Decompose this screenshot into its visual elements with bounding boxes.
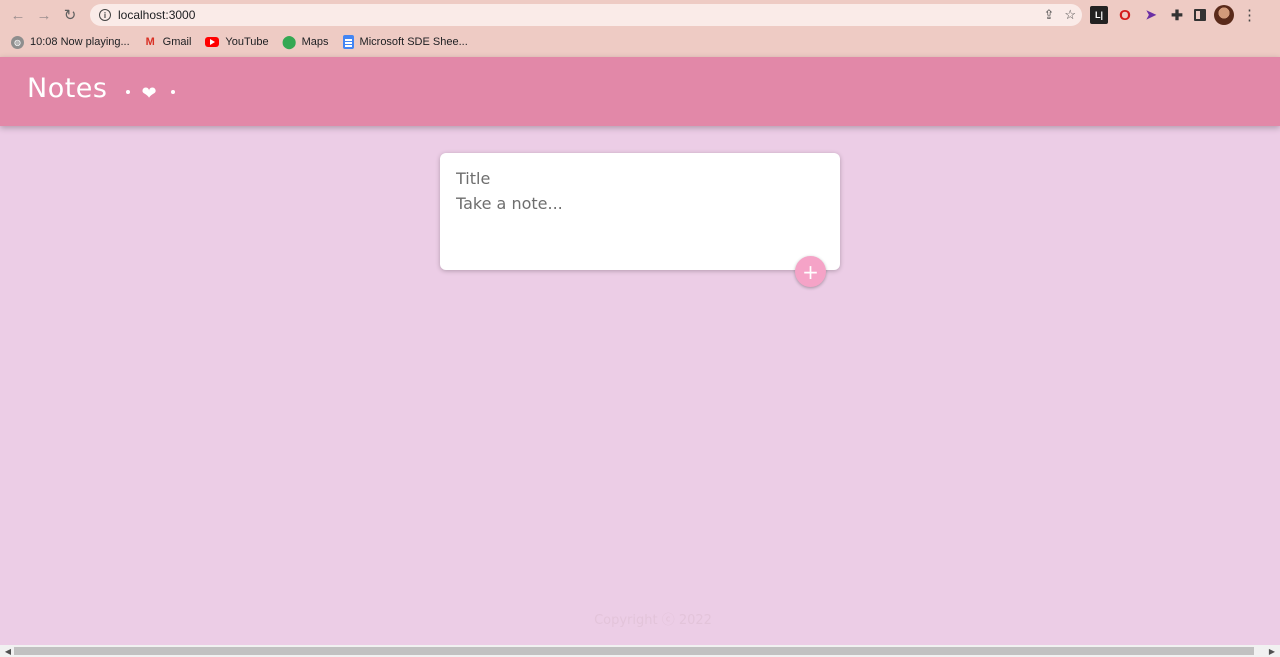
scroll-right-icon[interactable]: ▶ <box>1266 645 1278 657</box>
puzzle-icon[interactable]: ✚ <box>1168 6 1186 24</box>
heart-icon: ❥ <box>138 83 159 100</box>
dot-icon <box>171 57 175 126</box>
copyright-text: Copyright ⓒ 2022 <box>594 613 712 628</box>
bookmark-label: Maps <box>301 36 329 48</box>
menu-icon[interactable]: ⋮ <box>1242 6 1257 24</box>
reload-icon: ↻ <box>63 7 77 24</box>
lastpass-icon[interactable]: L| <box>1090 6 1108 24</box>
scroll-left-icon[interactable]: ◀ <box>2 645 14 657</box>
bookmark-label: Microsoft SDE Shee... <box>359 36 468 48</box>
bookmark-label: YouTube <box>225 36 269 48</box>
scrollbar-thumb[interactable] <box>14 647 1254 655</box>
gmail-icon: M <box>145 36 155 48</box>
footer: Copyright ⓒ 2022 <box>0 609 1280 628</box>
create-note-form <box>440 153 840 270</box>
bookmark-label: 10:08 Now playing... <box>30 36 130 48</box>
reload-button[interactable]: ↻ <box>57 2 83 28</box>
share-icon[interactable]: ⇪ <box>1043 7 1054 23</box>
maps-icon: ⬤ <box>281 34 297 49</box>
browser-toolbar: ← → ↻ i localhost:3000 ⇪ ☆ L| O ➤ ✚ ⋮ <box>0 0 1280 30</box>
bookmarks-bar: ◍ 10:08 Now playing... M Gmail YouTube ⬤… <box>0 31 1280 53</box>
back-arrow-icon: ← <box>10 6 26 24</box>
globe-icon: ◍ <box>11 35 24 49</box>
back-button[interactable]: ← <box>5 2 31 28</box>
page-title: Notes <box>27 73 108 104</box>
bookmark-now-playing[interactable]: ◍ 10:08 Now playing... <box>11 35 130 49</box>
site-info-icon[interactable]: i <box>99 9 111 21</box>
bookmark-label: Gmail <box>162 36 192 48</box>
note-content-input[interactable] <box>456 194 826 254</box>
docs-icon <box>342 35 354 49</box>
address-bar[interactable]: i localhost:3000 ⇪ ☆ <box>90 4 1082 26</box>
app-header: Notes ❥ <box>0 57 1280 126</box>
avatar[interactable] <box>1214 5 1234 25</box>
title-input[interactable] <box>456 168 826 188</box>
bookmark-gmail[interactable]: M Gmail <box>144 36 192 49</box>
opera-icon[interactable]: O <box>1116 6 1134 24</box>
bookmark-microsoft-sde[interactable]: Microsoft SDE Shee... <box>342 35 468 49</box>
extensions-area: L| O ➤ ✚ ⋮ <box>1090 4 1257 26</box>
bookmark-youtube[interactable]: YouTube <box>205 36 269 48</box>
browser-chrome: ← → ↻ i localhost:3000 ⇪ ☆ L| O ➤ ✚ ⋮ ◍ … <box>0 0 1280 57</box>
cursor-icon[interactable]: ➤ <box>1142 6 1160 24</box>
forward-button[interactable]: → <box>31 2 57 28</box>
forward-arrow-icon: → <box>36 6 52 24</box>
side-panel-icon[interactable] <box>1194 9 1206 21</box>
star-icon[interactable]: ☆ <box>1064 7 1076 23</box>
dot-icon <box>126 57 130 126</box>
add-note-button[interactable]: + <box>795 256 826 287</box>
youtube-icon <box>205 37 220 47</box>
bookmark-maps[interactable]: ⬤ Maps <box>281 34 329 49</box>
horizontal-scrollbar[interactable]: ◀ ▶ <box>0 645 1280 657</box>
url-text[interactable]: localhost:3000 <box>118 8 195 22</box>
